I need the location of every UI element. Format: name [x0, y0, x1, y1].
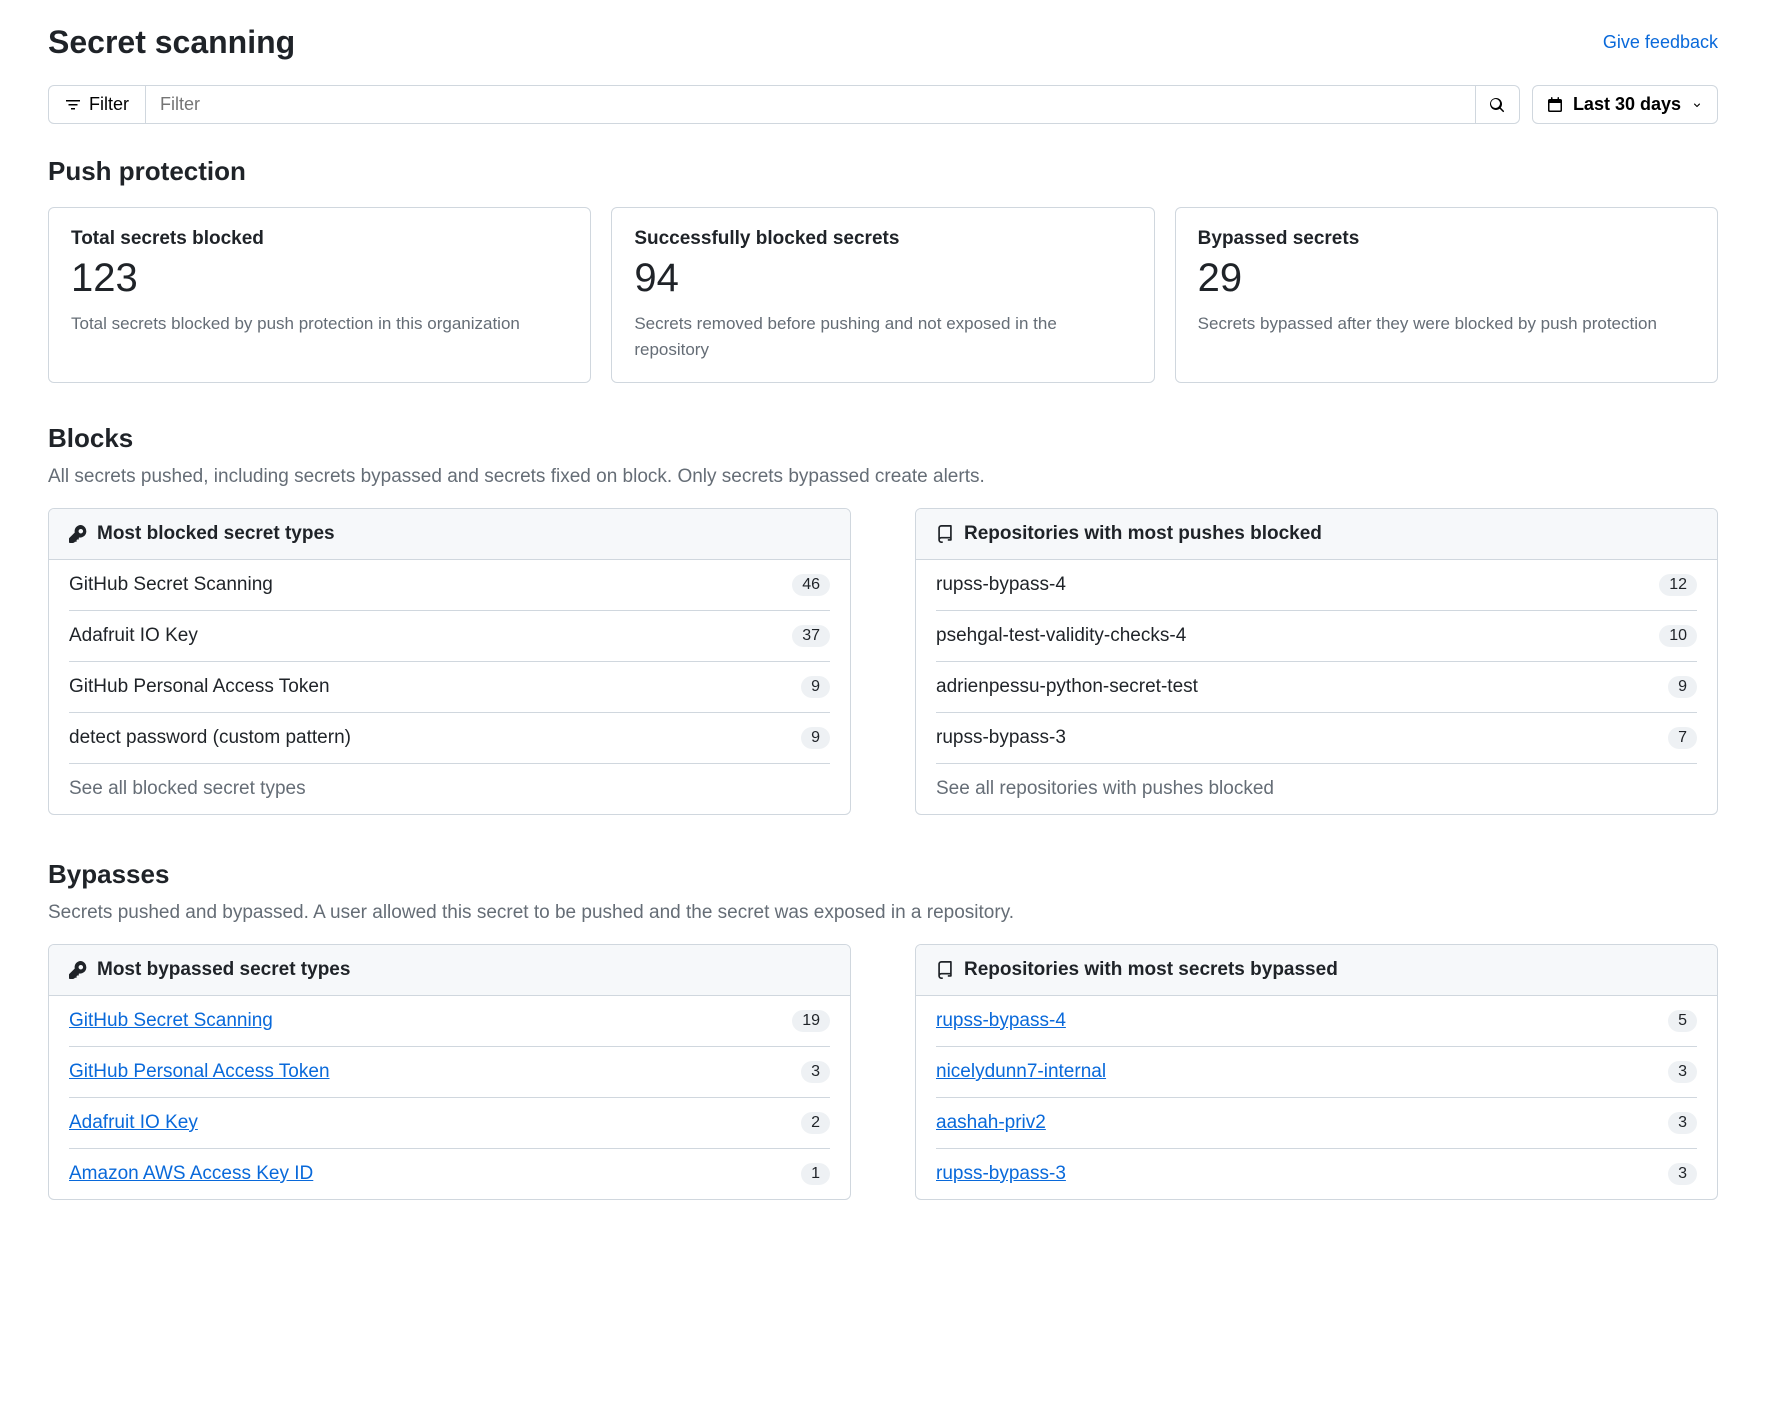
date-range-label: Last 30 days — [1573, 94, 1681, 115]
item-name: rupss-bypass-4 — [936, 574, 1066, 596]
count-badge: 9 — [1668, 676, 1697, 698]
blocks-description: All secrets pushed, including secrets by… — [48, 466, 1718, 488]
filter-button[interactable]: Filter — [48, 85, 146, 124]
search-icon — [1489, 97, 1505, 113]
stat-card-total-blocked: Total secrets blocked 123 Total secrets … — [48, 207, 591, 383]
stat-desc: Secrets removed before pushing and not e… — [634, 311, 1131, 362]
panel-title: Repositories with most pushes blocked — [964, 523, 1322, 545]
date-range-button[interactable]: Last 30 days — [1532, 85, 1718, 124]
stat-desc: Secrets bypassed after they were blocked… — [1198, 311, 1695, 337]
bypasses-description: Secrets pushed and bypassed. A user allo… — [48, 902, 1718, 924]
calendar-icon — [1547, 97, 1563, 113]
count-badge: 19 — [792, 1010, 830, 1032]
panel-most-blocked-types: Most blocked secret types GitHub Secret … — [48, 508, 851, 815]
list-item: rupss-bypass-4 12 — [936, 560, 1697, 611]
count-badge: 5 — [1668, 1010, 1697, 1032]
page-title: Secret scanning — [48, 24, 295, 61]
count-badge: 1 — [801, 1163, 830, 1185]
list-item: psehgal-test-validity-checks-4 10 — [936, 611, 1697, 662]
list-item: GitHub Secret Scanning 46 — [69, 560, 830, 611]
blocks-heading: Blocks — [48, 423, 1718, 454]
count-badge: 37 — [792, 625, 830, 647]
stat-card-successfully-blocked: Successfully blocked secrets 94 Secrets … — [611, 207, 1154, 383]
list-item: Adafruit IO Key 2 — [69, 1098, 830, 1149]
list-item: Adafruit IO Key 37 — [69, 611, 830, 662]
repo-icon — [936, 961, 954, 979]
item-name: adrienpessu-python-secret-test — [936, 676, 1198, 698]
list-item: aashah-priv2 3 — [936, 1098, 1697, 1149]
panel-repos-blocked: Repositories with most pushes blocked ru… — [915, 508, 1718, 815]
stat-label: Successfully blocked secrets — [634, 228, 1131, 250]
list-item: nicelydunn7-internal 3 — [936, 1047, 1697, 1098]
count-badge: 3 — [1668, 1163, 1697, 1185]
stat-label: Total secrets blocked — [71, 228, 568, 250]
filter-icon — [65, 97, 81, 113]
count-badge: 2 — [801, 1112, 830, 1134]
list-item: detect password (custom pattern) 9 — [69, 713, 830, 764]
list-item: adrienpessu-python-secret-test 9 — [936, 662, 1697, 713]
count-badge: 3 — [1668, 1112, 1697, 1134]
count-badge: 7 — [1668, 727, 1697, 749]
panel-title: Repositories with most secrets bypassed — [964, 959, 1338, 981]
item-link[interactable]: Adafruit IO Key — [69, 1112, 198, 1134]
list-item: GitHub Personal Access Token 9 — [69, 662, 830, 713]
count-badge: 9 — [801, 727, 830, 749]
count-badge: 3 — [1668, 1061, 1697, 1083]
filter-group: Filter — [48, 85, 1520, 124]
count-badge: 9 — [801, 676, 830, 698]
bypasses-heading: Bypasses — [48, 859, 1718, 890]
list-item: rupss-bypass-4 5 — [936, 996, 1697, 1047]
count-badge: 10 — [1659, 625, 1697, 647]
count-badge: 46 — [792, 574, 830, 596]
panel-most-bypassed-types: Most bypassed secret types GitHub Secret… — [48, 944, 851, 1200]
item-link[interactable]: GitHub Personal Access Token — [69, 1061, 330, 1083]
key-icon — [69, 525, 87, 543]
item-name: GitHub Secret Scanning — [69, 574, 273, 596]
list-item: GitHub Personal Access Token 3 — [69, 1047, 830, 1098]
key-icon — [69, 961, 87, 979]
stat-desc: Total secrets blocked by push protection… — [71, 311, 568, 337]
see-all-link[interactable]: See all blocked secret types — [69, 764, 830, 814]
item-name: psehgal-test-validity-checks-4 — [936, 625, 1186, 647]
panel-title: Most blocked secret types — [97, 523, 335, 545]
list-item: GitHub Secret Scanning 19 — [69, 996, 830, 1047]
give-feedback-link[interactable]: Give feedback — [1603, 32, 1718, 53]
filter-input[interactable] — [146, 86, 1475, 123]
stat-value: 123 — [71, 256, 568, 301]
item-name: rupss-bypass-3 — [936, 727, 1066, 749]
item-link[interactable]: rupss-bypass-3 — [936, 1163, 1066, 1185]
item-link[interactable]: Amazon AWS Access Key ID — [69, 1163, 313, 1185]
panel-title: Most bypassed secret types — [97, 959, 350, 981]
stat-label: Bypassed secrets — [1198, 228, 1695, 250]
search-button[interactable] — [1475, 86, 1519, 123]
item-link[interactable]: aashah-priv2 — [936, 1112, 1046, 1134]
filter-button-label: Filter — [89, 94, 129, 115]
count-badge: 3 — [801, 1061, 830, 1083]
list-item: Amazon AWS Access Key ID 1 — [69, 1149, 830, 1199]
item-link[interactable]: GitHub Secret Scanning — [69, 1010, 273, 1032]
item-name: Adafruit IO Key — [69, 625, 198, 647]
list-item: rupss-bypass-3 7 — [936, 713, 1697, 764]
list-item: rupss-bypass-3 3 — [936, 1149, 1697, 1199]
repo-icon — [936, 525, 954, 543]
item-name: GitHub Personal Access Token — [69, 676, 330, 698]
item-name: detect password (custom pattern) — [69, 727, 351, 749]
stat-card-bypassed: Bypassed secrets 29 Secrets bypassed aft… — [1175, 207, 1718, 383]
panel-repos-bypassed: Repositories with most secrets bypassed … — [915, 944, 1718, 1200]
item-link[interactable]: rupss-bypass-4 — [936, 1010, 1066, 1032]
chevron-down-icon — [1691, 99, 1703, 111]
item-link[interactable]: nicelydunn7-internal — [936, 1061, 1106, 1083]
count-badge: 12 — [1659, 574, 1697, 596]
see-all-link[interactable]: See all repositories with pushes blocked — [936, 764, 1697, 814]
stat-value: 94 — [634, 256, 1131, 301]
stat-value: 29 — [1198, 256, 1695, 301]
push-protection-heading: Push protection — [48, 156, 1718, 187]
